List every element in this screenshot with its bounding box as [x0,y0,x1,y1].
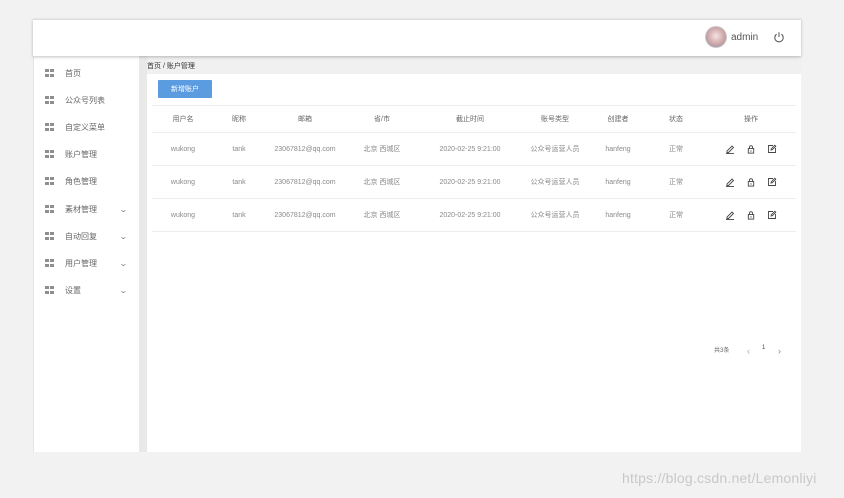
sidebar-item-label: 自动回复 [65,231,97,241]
table-cell: 公众号运营人员 [530,146,580,153]
grid-icon [45,232,54,240]
table-cell: tank [232,145,246,153]
table-header-row: 用户名 昵称 邮箱 省/市 截止时间 账号类型 创建者 状态 操作 [152,106,796,133]
accounts-table: 用户名 昵称 邮箱 省/市 截止时间 账号类型 创建者 状态 操作 wukong tank 23067… [152,105,796,232]
chevron-down-icon: ⌄ [118,258,128,268]
table-cell: wukong [170,145,196,153]
grid-icon [45,205,54,213]
table-cell: 北京 西城区 [363,212,401,219]
grid-icon [45,96,54,104]
sidebar-item-label: 设置 [65,285,81,295]
chevron-down-icon: ⌄ [118,285,128,295]
table-cell: wukong [170,178,196,186]
sidebar-item-label: 账户管理 [65,149,97,159]
table-cell: wukong [170,211,196,219]
table-cell: hanfeng [605,145,631,153]
sidebar-item-1[interactable]: 首页 [34,63,140,83]
grid-icon [45,69,54,77]
table-cell: 2020-02-25 9:21:00 [439,211,501,219]
watermark-url: https://blog.csdn.net/Lemonliyi [622,470,817,486]
chevron-down-icon: ⌄ [118,231,128,241]
sidebar-item-label: 素材管理 [65,204,97,214]
column-header: 截止时间 [456,116,484,123]
lock-icon[interactable] [746,210,756,220]
pagination-total: 共3条 [714,348,730,354]
sidebar-item-8[interactable]: 用户管理 ⌄ [34,253,140,273]
row-actions [706,166,796,198]
sidebar-item-label: 公众号列表 [65,95,105,105]
table-cell: hanfeng [605,211,631,219]
table-cell: 公众号运营人员 [530,179,580,186]
row-actions [706,199,796,231]
top-header: admin [33,19,801,56]
grid-icon [45,259,54,267]
sidebar-item-label: 自定义菜单 [65,122,105,132]
pagination-next-button[interactable]: › [778,346,781,356]
table-cell: 北京 西城区 [363,179,401,186]
sidebar: 首页公众号列表自定义菜单账户管理角色管理素材管理 ⌄ 自动回复 ⌄ 用户管理 ⌄ 设置 ⌄ [33,56,139,452]
row-actions [706,133,796,165]
table-cell: 公众号运营人员 [530,212,580,219]
table-cell: 北京 西城区 [363,146,401,153]
sidebar-item-5[interactable]: 角色管理 [34,171,140,191]
main-content: 新增账户 用户名 昵称 邮箱 省/市 截止时间 账号类型 创建者 状态 操作 wukong tank… [147,74,801,452]
edit-icon[interactable] [725,144,735,154]
table-cell: 正常 [669,212,683,219]
power-icon[interactable] [773,31,785,43]
grid-icon [45,177,54,185]
edit-box-icon[interactable] [767,177,777,187]
chevron-down-icon: ⌄ [118,204,128,214]
column-header: 省/市 [374,116,390,123]
breadcrumb: 首页 / 账户管理 [147,56,801,74]
table-cell: 23067812@qq.com [274,178,336,186]
grid-icon [45,123,54,131]
table-row: wukong tank 23067812@qq.com 北京 西城区 2020-02-2… [152,133,796,166]
sidebar-item-4[interactable]: 账户管理 [34,144,140,164]
sidebar-divider [139,56,147,452]
table-cell: 正常 [669,179,683,186]
table-cell: 2020-02-25 9:21:00 [439,178,501,186]
table-cell: tank [232,178,246,186]
lock-icon[interactable] [746,177,756,187]
table-cell: 正常 [669,146,683,153]
column-header: 昵称 [232,116,246,123]
table-cell: 2020-02-25 9:21:00 [439,145,501,153]
breadcrumb-text: 首页 / 账户管理 [147,63,195,70]
avatar[interactable] [705,26,727,48]
column-header: 状态 [669,116,683,123]
sidebar-item-label: 角色管理 [65,176,97,186]
pagination-prev-button[interactable]: ‹ [747,346,750,356]
sidebar-item-label: 首页 [65,68,81,78]
grid-icon [45,150,54,158]
sidebar-item-label: 用户管理 [65,258,97,268]
app-window: admin 首页 公众号列表 自定义菜单 账户管理 角色管理 素材管理 ⌄ 自动回复 ⌄ 用户管理… [33,19,801,452]
column-header: 邮箱 [298,116,312,123]
table-cell: tank [232,211,246,219]
column-header: 操作 [744,116,758,123]
column-header: 用户名 [172,116,194,123]
add-account-button[interactable]: 新增账户 [158,80,212,98]
lock-icon[interactable] [746,144,756,154]
sidebar-item-7[interactable]: 自动回复 ⌄ [34,226,140,246]
grid-icon [45,286,54,294]
table-row: wukong tank 23067812@qq.com 北京 西城区 2020-02-2… [152,199,796,232]
username-label[interactable]: admin [731,32,758,43]
column-header: 创建者 [607,116,629,123]
table-cell: 23067812@qq.com [274,211,336,219]
sidebar-item-3[interactable]: 自定义菜单 [34,117,140,137]
sidebar-item-2[interactable]: 公众号列表 [34,90,140,110]
pagination-page-1[interactable]: 1 [762,345,765,351]
edit-icon[interactable] [725,177,735,187]
edit-box-icon[interactable] [767,210,777,220]
edit-icon[interactable] [725,210,735,220]
sidebar-item-9[interactable]: 设置 ⌄ [34,280,140,300]
column-header: 账号类型 [541,116,569,123]
table-row: wukong tank 23067812@qq.com 北京 西城区 2020-02-2… [152,166,796,199]
edit-box-icon[interactable] [767,144,777,154]
table-cell: hanfeng [605,178,631,186]
sidebar-item-6[interactable]: 素材管理 ⌄ [34,199,140,219]
table-cell: 23067812@qq.com [274,145,336,153]
